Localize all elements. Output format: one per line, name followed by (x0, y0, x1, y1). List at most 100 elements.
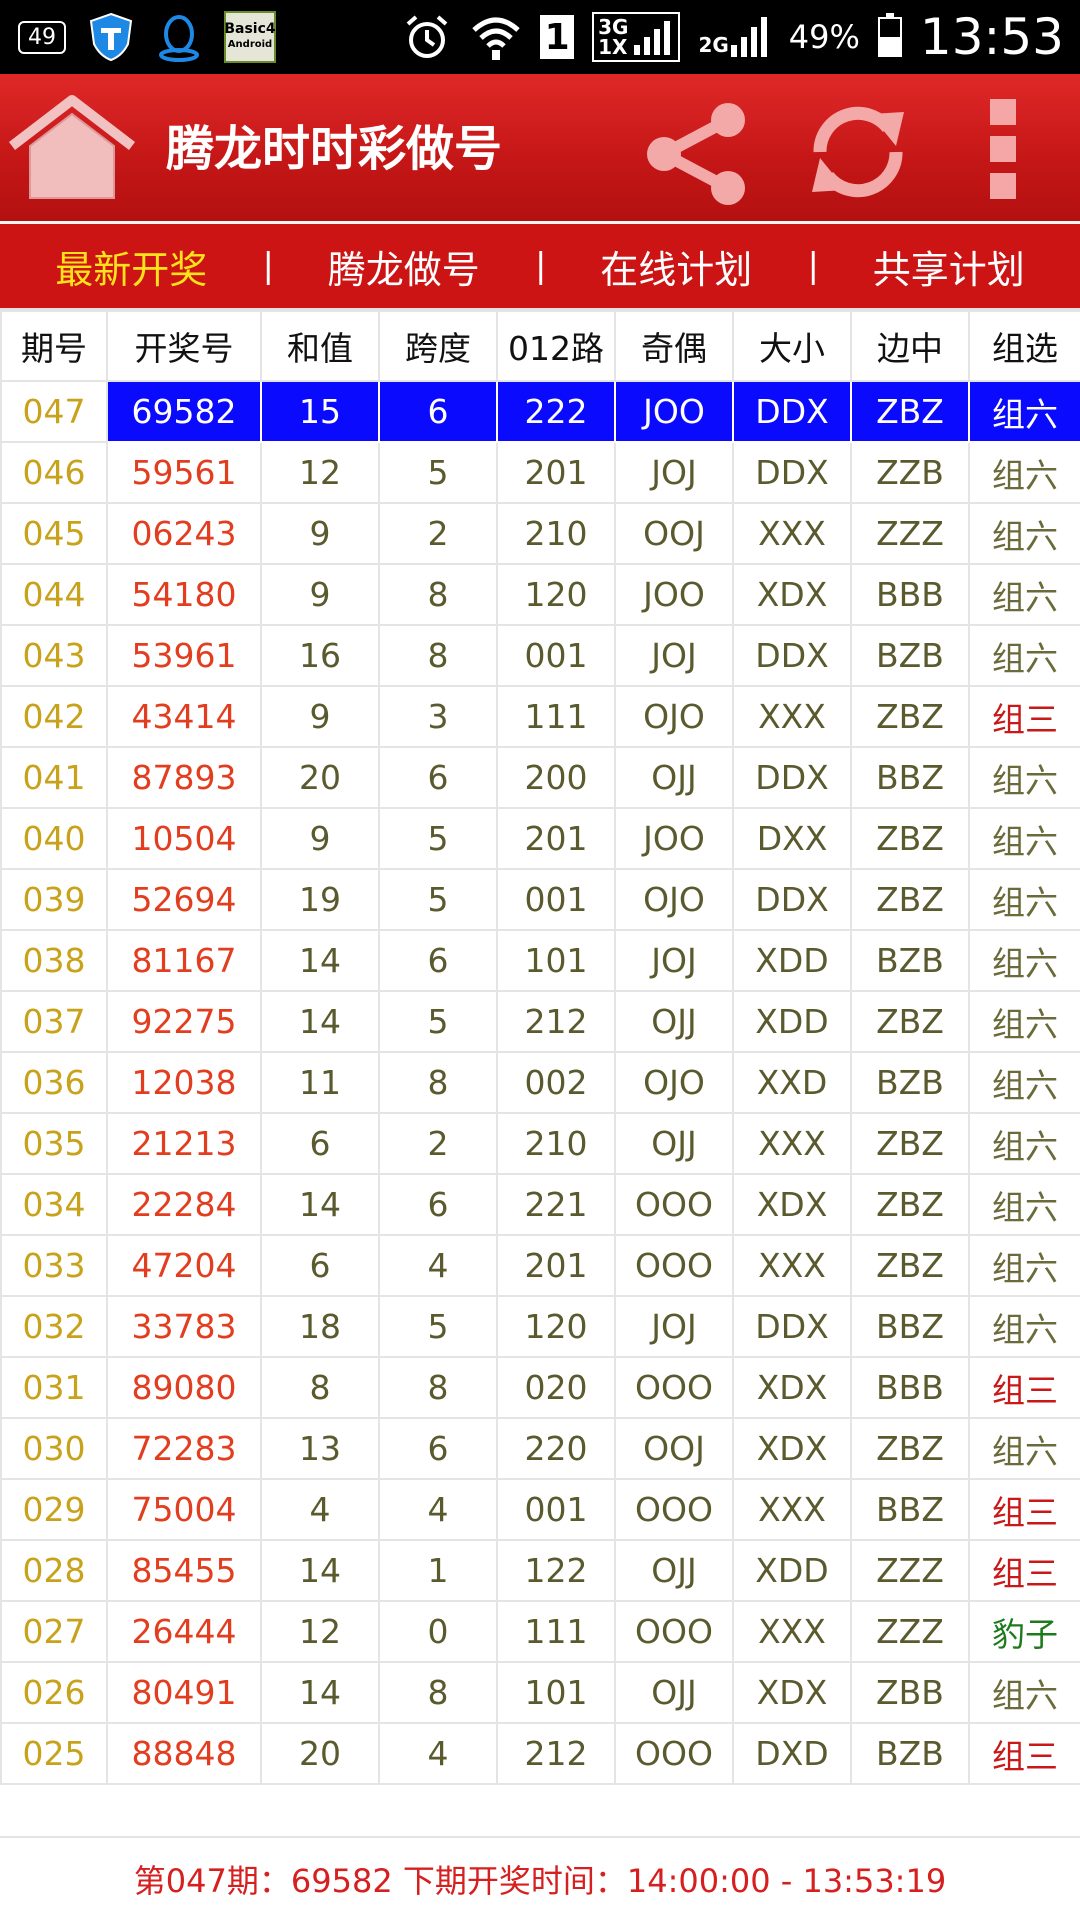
span-cell: 4 (378, 1234, 498, 1297)
big-small-cell: DDX (732, 1295, 852, 1358)
signal-strength-icon (634, 21, 671, 55)
edge-middle-cell: ZBZ (850, 868, 970, 931)
edge-middle-cell: BBZ (850, 1478, 970, 1541)
issue-cell: 046 (0, 441, 108, 504)
route-cell: 212 (496, 1722, 616, 1785)
draw-number-cell: 85455 (106, 1539, 262, 1602)
issue-cell: 033 (0, 1234, 108, 1297)
table-row[interactable]: 026 80491 14 8 101 OJJ XDX ZBB 组六 (0, 1661, 1080, 1724)
table-row[interactable]: 027 26444 12 0 111 OOO XXX ZZZ 豹子 (0, 1600, 1080, 1663)
table-row[interactable]: 025 88848 20 4 212 OOO DXD BZB 组三 (0, 1722, 1080, 1785)
span-cell: 0 (378, 1600, 498, 1663)
table-row[interactable]: 034 22284 14 6 221 OOO XDX ZBZ 组六 (0, 1173, 1080, 1236)
group-cell: 组六 (968, 624, 1080, 687)
signal-strength-2g-icon (730, 17, 767, 57)
share-icon[interactable] (640, 98, 752, 210)
table-row[interactable]: 036 12038 11 8 002 OJO XXD BZB 组六 (0, 1051, 1080, 1114)
span-cell: 2 (378, 1112, 498, 1175)
big-small-cell: XDD (732, 929, 852, 992)
big-small-cell: XDX (732, 563, 852, 626)
issue-cell: 034 (0, 1173, 108, 1236)
odd-even-cell: JOJ (614, 624, 734, 687)
table-row[interactable]: 039 52694 19 5 001 OJO DDX ZBZ 组六 (0, 868, 1080, 931)
issue-cell: 027 (0, 1600, 108, 1663)
odd-even-cell: JOO (614, 380, 734, 443)
edge-middle-cell: ZBZ (850, 807, 970, 870)
edge-middle-cell: ZBZ (850, 1234, 970, 1297)
group-cell: 组六 (968, 502, 1080, 565)
more-vert-icon[interactable] (990, 99, 1020, 199)
span-cell: 5 (378, 1295, 498, 1358)
odd-even-cell: OJO (614, 1051, 734, 1114)
group-cell: 组六 (968, 868, 1080, 931)
route-cell: 200 (496, 746, 616, 809)
route-cell: 222 (496, 380, 616, 443)
table-row[interactable]: 047 69582 15 6 222 JOO DDX ZBZ 组六 (0, 380, 1080, 443)
route-cell: 201 (496, 807, 616, 870)
issue-cell: 040 (0, 807, 108, 870)
tab-online-plan[interactable]: 在线计划 (545, 239, 808, 294)
sum-cell: 18 (260, 1295, 380, 1358)
route-cell: 111 (496, 685, 616, 748)
sum-cell: 9 (260, 807, 380, 870)
draw-number-cell: 33783 (106, 1295, 262, 1358)
table-row[interactable]: 030 72283 13 6 220 OOJ XDX ZBZ 组六 (0, 1417, 1080, 1480)
table-row[interactable]: 040 10504 9 5 201 JOO DXX ZBZ 组六 (0, 807, 1080, 870)
table-row[interactable]: 038 81167 14 6 101 JOJ XDD BZB 组六 (0, 929, 1080, 992)
route-cell: 120 (496, 563, 616, 626)
big-small-cell: XXX (732, 1478, 852, 1541)
issue-cell: 032 (0, 1295, 108, 1358)
refresh-icon[interactable] (800, 94, 916, 210)
table-row[interactable]: 029 75004 4 4 001 OOO XXX BBZ 组三 (0, 1478, 1080, 1541)
table-row[interactable]: 044 54180 9 8 120 JOO XDX BBB 组六 (0, 563, 1080, 626)
table-row[interactable]: 028 85455 14 1 122 OJJ XDD ZZZ 组三 (0, 1539, 1080, 1602)
route-cell: 001 (496, 868, 616, 931)
issue-cell: 042 (0, 685, 108, 748)
notification-count-badge: 49 (18, 20, 66, 54)
header-sum: 和值 (260, 310, 380, 382)
span-cell: 8 (378, 1356, 498, 1419)
group-cell: 组三 (968, 685, 1080, 748)
table-row[interactable]: 045 06243 9 2 210 OOJ XXX ZZZ 组六 (0, 502, 1080, 565)
route-cell: 210 (496, 1112, 616, 1175)
route-cell: 001 (496, 624, 616, 687)
tab-shared-plan[interactable]: 共享计划 (818, 239, 1080, 294)
table-row[interactable]: 033 47204 6 4 201 OOO XXX ZBZ 组六 (0, 1234, 1080, 1297)
span-cell: 6 (378, 380, 498, 443)
span-cell: 5 (378, 441, 498, 504)
issue-cell: 030 (0, 1417, 108, 1480)
table-row[interactable]: 031 89080 8 8 020 OOO XDX BBB 组三 (0, 1356, 1080, 1419)
table-row[interactable]: 042 43414 9 3 111 OJO XXX ZBZ 组三 (0, 685, 1080, 748)
table-row[interactable]: 046 59561 12 5 201 JOJ DDX ZZB 组六 (0, 441, 1080, 504)
draw-number-cell: 59561 (106, 441, 262, 504)
draw-number-cell: 89080 (106, 1356, 262, 1419)
table-row[interactable]: 041 87893 20 6 200 OJJ DDX BBZ 组六 (0, 746, 1080, 809)
span-cell: 6 (378, 1173, 498, 1236)
tab-tenglong-numbers[interactable]: 腾龙做号 (273, 239, 536, 294)
route-cell: 111 (496, 1600, 616, 1663)
draw-number-cell: 92275 (106, 990, 262, 1053)
sum-cell: 19 (260, 868, 380, 931)
odd-even-cell: OJJ (614, 990, 734, 1053)
tab-latest-draw[interactable]: 最新开奖 (0, 239, 263, 294)
group-cell: 组六 (968, 807, 1080, 870)
issue-cell: 041 (0, 746, 108, 809)
odd-even-cell: OJJ (614, 1661, 734, 1724)
header-odd-even: 奇偶 (614, 310, 734, 382)
table-row[interactable]: 037 92275 14 5 212 OJJ XDD ZBZ 组六 (0, 990, 1080, 1053)
edge-middle-cell: ZBZ (850, 685, 970, 748)
alarm-icon (406, 15, 448, 58)
network-2g-indicator: 2G (698, 17, 770, 57)
edge-middle-cell: ZBZ (850, 990, 970, 1053)
big-small-cell: XXX (732, 1234, 852, 1297)
status-bar: 49 Basic4 Android 1 3G 1X 2G 49% 13:53 (0, 0, 1080, 74)
big-small-cell: DDX (732, 624, 852, 687)
home-icon[interactable] (8, 94, 136, 206)
sum-cell: 6 (260, 1112, 380, 1175)
table-row[interactable]: 032 33783 18 5 120 JOJ DDX BBZ 组六 (0, 1295, 1080, 1358)
table-row[interactable]: 035 21213 6 2 210 OJJ XXX ZBZ 组六 (0, 1112, 1080, 1175)
route-cell: 212 (496, 990, 616, 1053)
table-row[interactable]: 043 53961 16 8 001 JOJ DDX BZB 组六 (0, 624, 1080, 687)
sum-cell: 6 (260, 1234, 380, 1297)
issue-cell: 039 (0, 868, 108, 931)
